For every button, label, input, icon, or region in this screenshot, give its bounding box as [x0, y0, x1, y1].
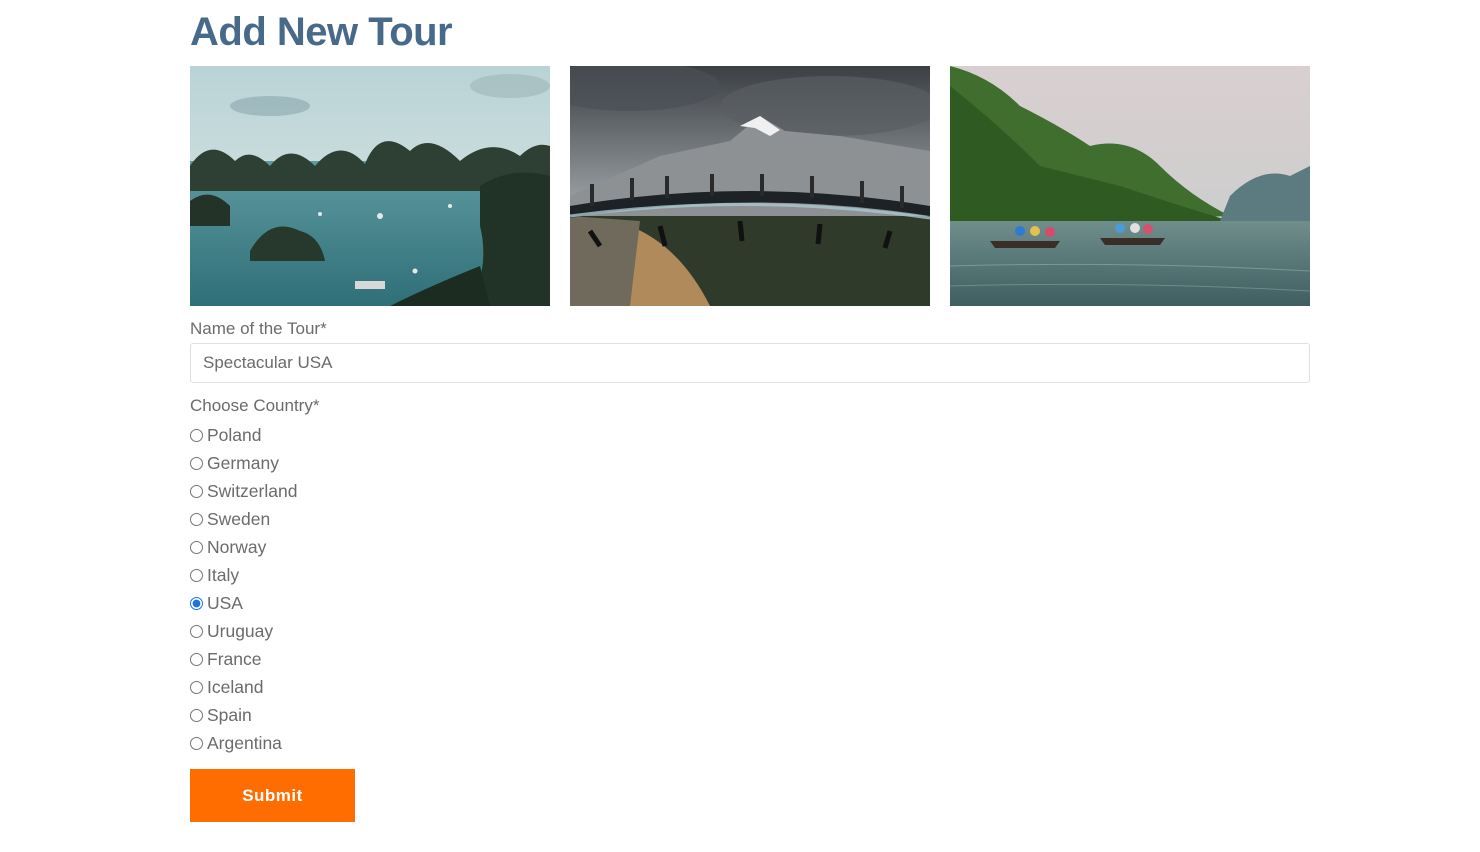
country-radio-germany[interactable] — [190, 456, 203, 470]
country-option-sweden[interactable]: Sweden — [190, 505, 1310, 533]
country-option-iceland[interactable]: Iceland — [190, 673, 1310, 701]
country-radio-spain[interactable] — [190, 708, 203, 722]
photo-gallery — [190, 66, 1310, 306]
country-option-label: Switzerland — [207, 480, 298, 501]
country-option-label: France — [207, 648, 262, 669]
country-radio-switzerland[interactable] — [190, 484, 203, 498]
country-option-italy[interactable]: Italy — [190, 561, 1310, 589]
country-option-label: Italy — [207, 564, 240, 585]
country-option-label: Uruguay — [207, 620, 274, 641]
country-radio-uruguay[interactable] — [190, 624, 203, 638]
submit-button[interactable]: Submit — [190, 769, 355, 822]
country-option-argentina[interactable]: Argentina — [190, 729, 1310, 757]
country-option-germany[interactable]: Germany — [190, 449, 1310, 477]
country-option-label: USA — [207, 592, 243, 613]
country-option-label: Norway — [207, 536, 267, 557]
country-radio-usa[interactable] — [190, 596, 203, 610]
country-radio-france[interactable] — [190, 652, 203, 666]
country-option-switzerland[interactable]: Switzerland — [190, 477, 1310, 505]
country-option-label: Germany — [207, 452, 279, 473]
country-option-label: Sweden — [207, 508, 271, 529]
country-option-norway[interactable]: Norway — [190, 533, 1310, 561]
country-radio-italy[interactable] — [190, 568, 203, 582]
page: Add New Tour Name of the Tour* Spectacul… — [0, 0, 1480, 852]
country-option-spain[interactable]: Spain — [190, 701, 1310, 729]
glass-skywalk-photo — [570, 66, 930, 306]
country-radio-argentina[interactable] — [190, 736, 203, 750]
country-radio-iceland[interactable] — [190, 680, 203, 694]
country-radio-norway[interactable] — [190, 540, 203, 554]
tour-name-label: Name of the Tour* — [190, 319, 327, 338]
country-label: Choose Country* — [190, 396, 320, 415]
country-option-label: Spain — [207, 704, 252, 725]
add-tour-form-container: Add New Tour Name of the Tour* Spectacul… — [190, 0, 1310, 822]
bay-islands-photo — [190, 66, 550, 306]
country-option-label: Poland — [207, 424, 262, 445]
country-option-usa[interactable]: USA — [190, 589, 1310, 617]
page-title: Add New Tour — [190, 10, 453, 54]
country-option-label: Iceland — [207, 676, 264, 697]
country-radio-poland[interactable] — [190, 428, 203, 442]
river-boats-photo — [950, 66, 1310, 306]
country-option-france[interactable]: France — [190, 645, 1310, 673]
country-radio-group: Poland Germany Switzerland Sweden Norway… — [190, 421, 1310, 757]
country-radio-sweden[interactable] — [190, 512, 203, 526]
country-option-uruguay[interactable]: Uruguay — [190, 617, 1310, 645]
country-option-poland[interactable]: Poland — [190, 421, 1310, 449]
tour-name-input[interactable] — [190, 343, 1310, 383]
country-option-label: Argentina — [207, 732, 282, 753]
